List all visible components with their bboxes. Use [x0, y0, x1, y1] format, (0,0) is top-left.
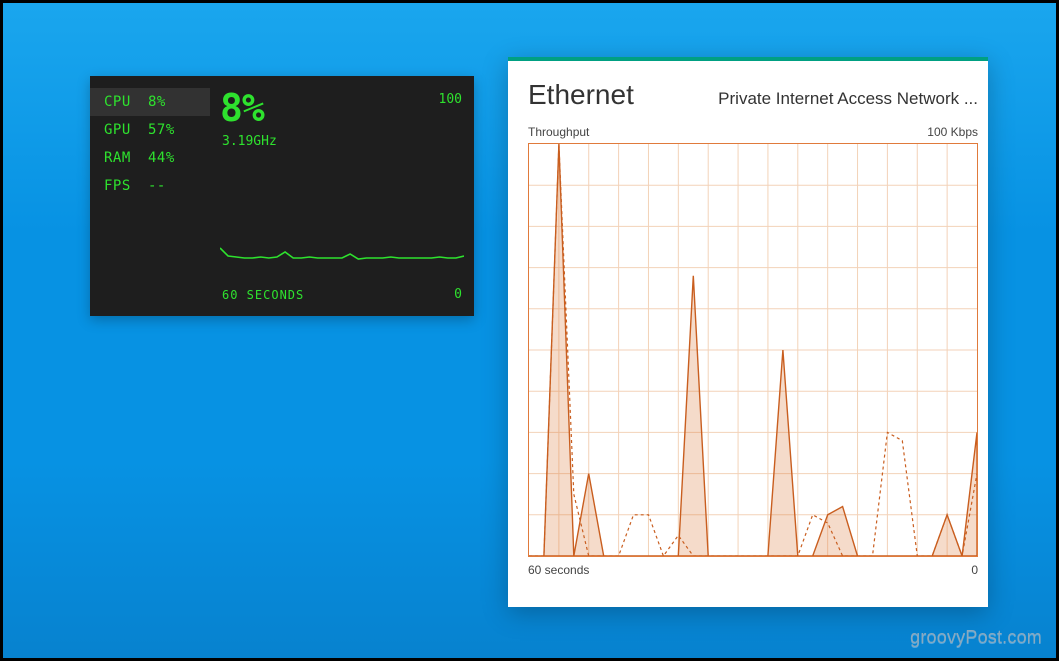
network-x-right: 0 — [971, 563, 978, 577]
perf-stat-ram-label: RAM — [104, 146, 148, 170]
perf-stat-fps-label: FPS — [104, 174, 148, 198]
perf-x-label: 60 SECONDS — [222, 288, 304, 302]
perf-stat-fps[interactable]: FPS -- — [90, 172, 210, 200]
perf-stat-ram-value: 44% — [148, 146, 188, 170]
perf-widget[interactable]: CPU 8% GPU 57% RAM 44% FPS -- 8% 3.19GHz… — [90, 76, 474, 316]
network-x-left: 60 seconds — [528, 563, 589, 577]
perf-big-value: 8% — [220, 86, 264, 130]
perf-y-max: 100 — [439, 92, 462, 107]
perf-stat-gpu-value: 57% — [148, 118, 188, 142]
network-axis-left: Throughput — [528, 125, 589, 139]
perf-stat-cpu-value: 8% — [148, 90, 188, 114]
network-widget[interactable]: Ethernet Private Internet Access Network… — [508, 57, 988, 607]
network-axis-right: 100 Kbps — [927, 125, 978, 139]
network-subtitle: Private Internet Access Network ... — [718, 89, 978, 109]
perf-stat-cpu[interactable]: CPU 8% — [90, 88, 210, 116]
network-title: Ethernet — [528, 79, 634, 111]
network-chart — [528, 143, 978, 557]
perf-stat-list: CPU 8% GPU 57% RAM 44% FPS -- — [90, 88, 210, 200]
desktop: CPU 8% GPU 57% RAM 44% FPS -- 8% 3.19GHz… — [0, 0, 1059, 661]
perf-stat-ram[interactable]: RAM 44% — [90, 144, 210, 172]
perf-stat-fps-value: -- — [148, 174, 188, 198]
perf-sparkline — [220, 226, 464, 266]
perf-stat-gpu[interactable]: GPU 57% — [90, 116, 210, 144]
perf-stat-gpu-label: GPU — [104, 118, 148, 142]
watermark: groovyPost.com — [910, 627, 1042, 648]
perf-y-min: 0 — [454, 287, 462, 302]
perf-stat-cpu-label: CPU — [104, 90, 148, 114]
perf-sub-value: 3.19GHz — [222, 134, 277, 149]
